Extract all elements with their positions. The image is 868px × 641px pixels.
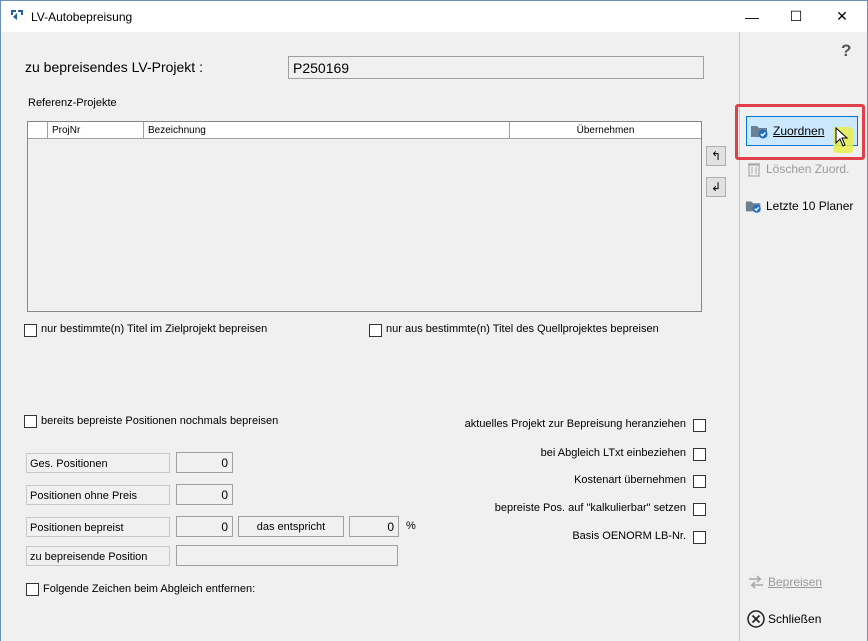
close-label: Schließen bbox=[768, 612, 822, 626]
percent-value: 0 bbox=[349, 516, 399, 537]
percent-unit: % bbox=[406, 520, 416, 532]
option-current-project-label: aktuelles Projekt zur Bepreisung heranzi… bbox=[464, 418, 686, 430]
total-positions-value: 0 bbox=[176, 452, 233, 473]
grid-col-projnr[interactable]: ProjNr bbox=[48, 122, 144, 139]
reprice-label: bereits bepreiste Positionen nochmals be… bbox=[41, 415, 279, 427]
delete-assign-label: Löschen Zuord. bbox=[766, 162, 850, 176]
close-button[interactable]: Schließen bbox=[747, 604, 821, 634]
reprice-checkbox[interactable] bbox=[24, 415, 37, 428]
help-icon[interactable]: ? bbox=[841, 41, 851, 61]
priced-value: 0 bbox=[176, 516, 233, 537]
close-circle-icon bbox=[747, 610, 765, 628]
grid-header: ProjNr Bezeichnung Übernehmen bbox=[28, 122, 701, 139]
no-price-value: 0 bbox=[176, 484, 233, 505]
move-up-button[interactable]: ↰ bbox=[706, 146, 726, 166]
price-label: Bepreisen bbox=[768, 575, 823, 589]
title-bar[interactable]: LV-Autobepreisung — ☐ ✕ bbox=[1, 1, 867, 32]
trash-icon bbox=[748, 163, 760, 177]
remove-chars-checkbox[interactable] bbox=[26, 583, 39, 596]
reference-projects-label: Referenz-Projekte bbox=[28, 97, 117, 109]
grid-col-bezeichnung[interactable]: Bezeichnung bbox=[144, 122, 510, 139]
priced-label: Positionen bepreist bbox=[26, 517, 170, 537]
price-button[interactable]: Bepreisen bbox=[747, 567, 822, 597]
remove-chars-label: Folgende Zeichen beim Abgleich entfernen… bbox=[43, 583, 256, 595]
equivalent-label: das entspricht bbox=[238, 516, 344, 537]
option-cost-type-checkbox[interactable] bbox=[693, 475, 706, 488]
current-position-label: zu bepreisende Position bbox=[26, 546, 170, 566]
main-panel: zu bepreisendes LV-Projekt : P250169 Ref… bbox=[1, 32, 739, 641]
option-calculable-checkbox[interactable] bbox=[693, 503, 706, 516]
dialog-window: LV-Autobepreisung — ☐ ✕ zu bepreisendes … bbox=[0, 0, 868, 641]
grid-col-uebernehmen[interactable]: Übernehmen bbox=[510, 122, 701, 139]
option-ltxt-checkbox[interactable] bbox=[693, 448, 706, 461]
option-current-project-checkbox[interactable] bbox=[693, 419, 706, 432]
project-input[interactable]: P250169 bbox=[288, 56, 704, 79]
window-title: LV-Autobepreisung bbox=[31, 10, 133, 24]
total-positions-label: Ges. Positionen bbox=[26, 453, 170, 473]
move-down-button[interactable]: ↲ bbox=[706, 177, 726, 197]
option-ltxt-label: bei Abgleich LTxt einbeziehen bbox=[540, 447, 686, 459]
delete-assign-button[interactable]: Löschen Zuord. bbox=[745, 154, 849, 184]
current-position-value bbox=[176, 545, 398, 566]
grid-col-indicator bbox=[28, 122, 48, 139]
no-price-label: Positionen ohne Preis bbox=[26, 485, 170, 505]
last-planners-label: Letzte 10 Planer bbox=[766, 199, 854, 213]
option-calculable-label: bepreiste Pos. auf "kalkulierbar" setzen bbox=[494, 502, 686, 514]
minimize-button[interactable]: — bbox=[729, 1, 775, 32]
assign-label: Zuordnen bbox=[773, 124, 825, 138]
arrows-exchange-icon bbox=[749, 575, 763, 589]
folder-check-icon bbox=[745, 201, 761, 213]
app-icon bbox=[11, 10, 23, 20]
option-cost-type-label: Kostenart übernehmen bbox=[574, 474, 686, 486]
reference-projects-grid[interactable]: ProjNr Bezeichnung Übernehmen bbox=[27, 121, 702, 312]
maximize-button[interactable]: ☐ bbox=[773, 1, 819, 32]
project-label: zu bepreisendes LV-Projekt : bbox=[25, 59, 203, 75]
folder-check-icon bbox=[751, 126, 768, 139]
option-oenorm-label: Basis OENORM LB-Nr. bbox=[572, 530, 686, 542]
close-window-button[interactable]: ✕ bbox=[819, 1, 865, 32]
mouse-pointer-icon bbox=[835, 127, 849, 147]
title-target-checkbox[interactable] bbox=[24, 324, 37, 337]
title-source-checkbox[interactable] bbox=[369, 324, 382, 337]
option-oenorm-checkbox[interactable] bbox=[693, 531, 706, 544]
last-planners-button[interactable]: Letzte 10 Planer bbox=[745, 191, 853, 221]
title-source-label: nur aus bestimmte(n) Titel des Quellproj… bbox=[386, 323, 659, 335]
title-target-label: nur bestimmte(n) Titel im Zielprojekt be… bbox=[41, 323, 268, 335]
